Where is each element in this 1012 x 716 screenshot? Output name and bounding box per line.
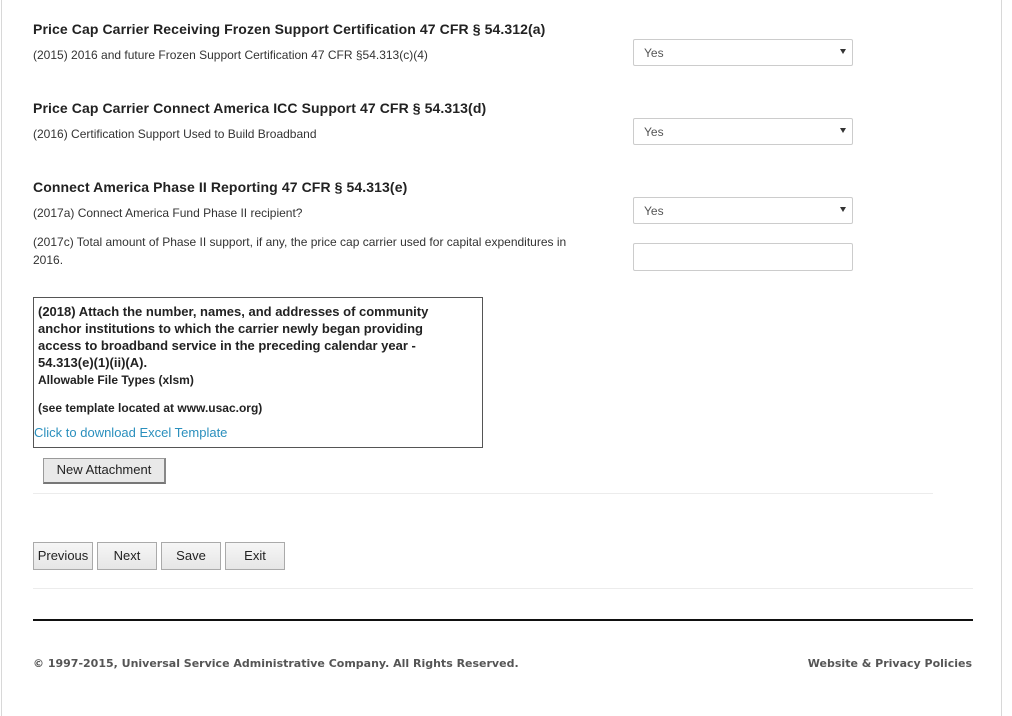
question-2016-label: (2016) Certification Support Used to Bui… — [33, 127, 317, 141]
save-button[interactable]: Save — [161, 542, 221, 570]
question-2015-selected-value: Yes — [644, 46, 664, 60]
question-2017c-label-line2: 2016. — [33, 253, 64, 267]
chevron-down-icon — [840, 49, 846, 54]
chevron-down-icon — [840, 207, 846, 212]
attachment-title-line2: anchor institutions to which the carrier… — [38, 321, 423, 336]
section-title-phase-ii-reporting: Connect America Phase II Reporting 47 CF… — [33, 179, 408, 195]
chevron-down-icon — [840, 128, 846, 133]
question-2015-select[interactable]: Yes — [633, 39, 853, 66]
download-template-link[interactable]: Click to download Excel Template — [34, 425, 479, 440]
question-2017c-label: (2017c) Total amount of Phase II support… — [33, 233, 623, 269]
privacy-policies-link[interactable]: Website & Privacy Policies — [808, 657, 972, 670]
attachment-title-line1: (2018) Attach the number, names, and add… — [38, 304, 429, 319]
new-attachment-button[interactable]: New Attachment — [43, 458, 166, 484]
footer-copyright: © 1997-2015, Universal Service Administr… — [33, 657, 519, 670]
next-button[interactable]: Next — [97, 542, 157, 570]
question-2015-label: (2015) 2016 and future Frozen Support Ce… — [33, 48, 428, 62]
attachment-title-line4: 54.313(e)(1)(ii)(A). — [38, 355, 148, 370]
attachment-title: (2018) Attach the number, names, and add… — [38, 303, 479, 371]
template-note: (see template located at www.usac.org) — [38, 401, 263, 415]
allowed-file-types: Allowable File Types (xlsm) — [38, 373, 194, 387]
previous-button[interactable]: Previous — [33, 542, 93, 570]
divider — [33, 493, 933, 494]
question-2016-select[interactable]: Yes — [633, 118, 853, 145]
attachment-panel: (2018) Attach the number, names, and add… — [33, 297, 483, 448]
question-2017a-select[interactable]: Yes — [633, 197, 853, 224]
footer-divider — [33, 619, 973, 621]
question-2017c-label-line1: (2017c) Total amount of Phase II support… — [33, 235, 567, 249]
question-2017a-label: (2017a) Connect America Fund Phase II re… — [33, 206, 303, 220]
question-2016-selected-value: Yes — [644, 125, 664, 139]
attachment-title-line3: access to broadband service in the prece… — [38, 338, 416, 353]
question-2017a-selected-value: Yes — [644, 204, 664, 218]
divider — [33, 588, 973, 589]
section-title-frozen-support: Price Cap Carrier Receiving Frozen Suppo… — [33, 21, 546, 37]
question-2017c-amount-input[interactable] — [633, 243, 853, 271]
exit-button[interactable]: Exit — [225, 542, 285, 570]
section-title-icc-support: Price Cap Carrier Connect America ICC Su… — [33, 100, 487, 116]
